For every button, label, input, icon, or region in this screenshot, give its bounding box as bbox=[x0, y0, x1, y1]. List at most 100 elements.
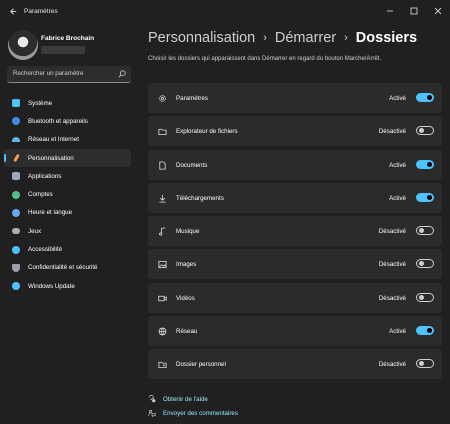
breadcrumb: Personnalisation › Démarrer › Dossiers bbox=[148, 30, 417, 46]
folder-label: Musique bbox=[176, 228, 200, 236]
user-name: Fabrice Brochain bbox=[41, 35, 95, 42]
toggle-switch[interactable] bbox=[416, 192, 434, 202]
toggle-switch[interactable] bbox=[416, 259, 434, 269]
chevron-right-icon: › bbox=[344, 32, 348, 44]
toggle-knob bbox=[427, 161, 432, 167]
toggle-knob bbox=[419, 361, 424, 367]
toggle-knob bbox=[419, 228, 424, 234]
sidebar-item-confidentialite[interactable]: Confidentialité et sécurité bbox=[4, 259, 131, 277]
sidebar-item-personnalisation[interactable]: Personnalisation bbox=[4, 148, 131, 168]
toggle-state: Désactivé bbox=[378, 128, 406, 136]
search-input[interactable]: Rechercher un paramètre bbox=[7, 66, 131, 83]
music-icon bbox=[159, 227, 166, 236]
search-placeholder: Rechercher un paramètre bbox=[13, 70, 84, 77]
send-feedback-link[interactable]: Envoyer des commentaires bbox=[148, 406, 238, 420]
toggle-knob bbox=[427, 95, 432, 100]
sidebar-item-label: Bluetooth et appareils bbox=[28, 117, 88, 125]
toggle-switch[interactable] bbox=[416, 93, 434, 102]
video-icon bbox=[158, 295, 167, 301]
folder-icon bbox=[158, 129, 167, 136]
sidebar-item-accessibilite[interactable]: Accessibilité bbox=[4, 240, 131, 258]
toggle-state: Désactivé bbox=[378, 228, 406, 236]
sidebar-item-heure-langue[interactable]: Heure et langue bbox=[4, 204, 131, 222]
toggle-state: Désactivé bbox=[378, 361, 406, 369]
toggle-state: Activé bbox=[389, 161, 406, 169]
toggle-knob bbox=[419, 261, 424, 267]
toggle-switch[interactable] bbox=[416, 292, 434, 302]
link-label: Envoyer des commentaires bbox=[163, 409, 238, 417]
folder-row-parametres[interactable]: Paramètres Activé bbox=[148, 83, 442, 113]
folder-row-reseau[interactable]: Réseau Activé bbox=[148, 316, 442, 347]
close-icon[interactable] bbox=[426, 0, 450, 22]
monitor-icon bbox=[12, 99, 20, 108]
toggle-knob bbox=[427, 328, 432, 334]
sidebar: Fabrice Brochain Rechercher un paramètre… bbox=[0, 22, 136, 424]
folder-row-documents[interactable]: Documents Activé bbox=[148, 149, 442, 180]
folder-label: Paramètres bbox=[176, 95, 208, 102]
back-arrow-icon[interactable] bbox=[4, 2, 22, 20]
window-title: Paramètres bbox=[24, 7, 58, 15]
folder-label: Explorateur de fichiers bbox=[176, 128, 238, 136]
sidebar-item-label: Système bbox=[28, 99, 53, 107]
get-help-link[interactable]: Obtenir de l'aide bbox=[148, 392, 238, 406]
person-icon bbox=[12, 190, 20, 199]
wifi-icon bbox=[12, 137, 20, 143]
document-icon bbox=[159, 161, 166, 170]
sidebar-item-label: Jeux bbox=[28, 227, 42, 235]
folder-row-videos[interactable]: Vidéos Désactivé bbox=[148, 282, 442, 313]
feedback-icon bbox=[148, 409, 156, 417]
sidebar-item-windows-update[interactable]: Windows Update bbox=[4, 277, 131, 295]
toggle-switch[interactable] bbox=[416, 326, 434, 336]
folder-row-explorateur[interactable]: Explorateur de fichiers Désactivé bbox=[148, 116, 442, 147]
toggle-knob bbox=[419, 294, 424, 300]
breadcrumb-demarrer[interactable]: Démarrer bbox=[275, 30, 336, 46]
avatar bbox=[8, 30, 38, 60]
help-links: Obtenir de l'aide Envoyer des commentair… bbox=[148, 392, 238, 420]
sidebar-item-applications[interactable]: Applications bbox=[4, 167, 131, 185]
sidebar-item-bluetooth[interactable]: Bluetooth et appareils bbox=[4, 112, 131, 130]
sidebar-item-systeme[interactable]: Système bbox=[4, 94, 131, 112]
toggle-state: Activé bbox=[389, 194, 406, 202]
apps-icon bbox=[12, 172, 20, 181]
sidebar-item-reseau[interactable]: Réseau et Internet bbox=[4, 131, 131, 149]
sidebar-item-label: Confidentialité et sécurité bbox=[28, 264, 98, 272]
toggle-state: Activé bbox=[389, 95, 406, 102]
folder-row-musique[interactable]: Musique Désactivé bbox=[148, 216, 442, 247]
bluetooth-icon bbox=[12, 117, 20, 126]
update-icon bbox=[12, 282, 20, 291]
user-profile[interactable]: Fabrice Brochain bbox=[8, 30, 136, 70]
title-bar: Paramètres bbox=[0, 0, 450, 22]
network-icon bbox=[158, 327, 167, 336]
toggle-switch[interactable] bbox=[416, 359, 434, 369]
sidebar-nav: Système Bluetooth et appareils Réseau et… bbox=[4, 94, 131, 295]
folder-row-telechargements[interactable]: Téléchargements Activé bbox=[148, 182, 442, 213]
folder-label: Téléchargements bbox=[176, 194, 224, 202]
toggle-state: Désactivé bbox=[378, 261, 406, 269]
sidebar-item-label: Heure et langue bbox=[28, 209, 73, 217]
folder-label: Vidéos bbox=[176, 294, 195, 302]
shield-icon bbox=[12, 263, 20, 272]
search-icon bbox=[118, 70, 126, 78]
sidebar-item-jeux[interactable]: Jeux bbox=[4, 222, 131, 240]
toggle-switch[interactable] bbox=[416, 159, 434, 169]
sidebar-item-label: Comptes bbox=[28, 191, 53, 199]
folder-label: Images bbox=[176, 261, 197, 269]
toggle-switch[interactable] bbox=[416, 226, 434, 236]
toggle-switch[interactable] bbox=[416, 126, 434, 136]
window-controls bbox=[378, 0, 450, 22]
folder-row-dossier-personnel[interactable]: Dossier personnel Désactivé bbox=[148, 349, 442, 380]
maximize-icon[interactable] bbox=[402, 0, 426, 22]
sidebar-item-label: Accessibilité bbox=[28, 246, 63, 254]
image-icon bbox=[158, 261, 167, 269]
breadcrumb-personnalisation[interactable]: Personnalisation bbox=[148, 30, 255, 46]
gamepad-icon bbox=[12, 228, 20, 235]
accessibility-icon bbox=[12, 245, 20, 254]
page-description: Choisir les dossiers qui apparaissent da… bbox=[148, 56, 382, 62]
brush-icon bbox=[13, 153, 20, 163]
main-content: Personnalisation › Démarrer › Dossiers C… bbox=[136, 22, 450, 424]
folder-row-images[interactable]: Images Désactivé bbox=[148, 249, 442, 280]
toggle-state: Désactivé bbox=[378, 294, 406, 302]
sidebar-item-comptes[interactable]: Comptes bbox=[4, 185, 131, 203]
minimize-icon[interactable] bbox=[378, 0, 402, 22]
gear-icon bbox=[159, 95, 166, 102]
